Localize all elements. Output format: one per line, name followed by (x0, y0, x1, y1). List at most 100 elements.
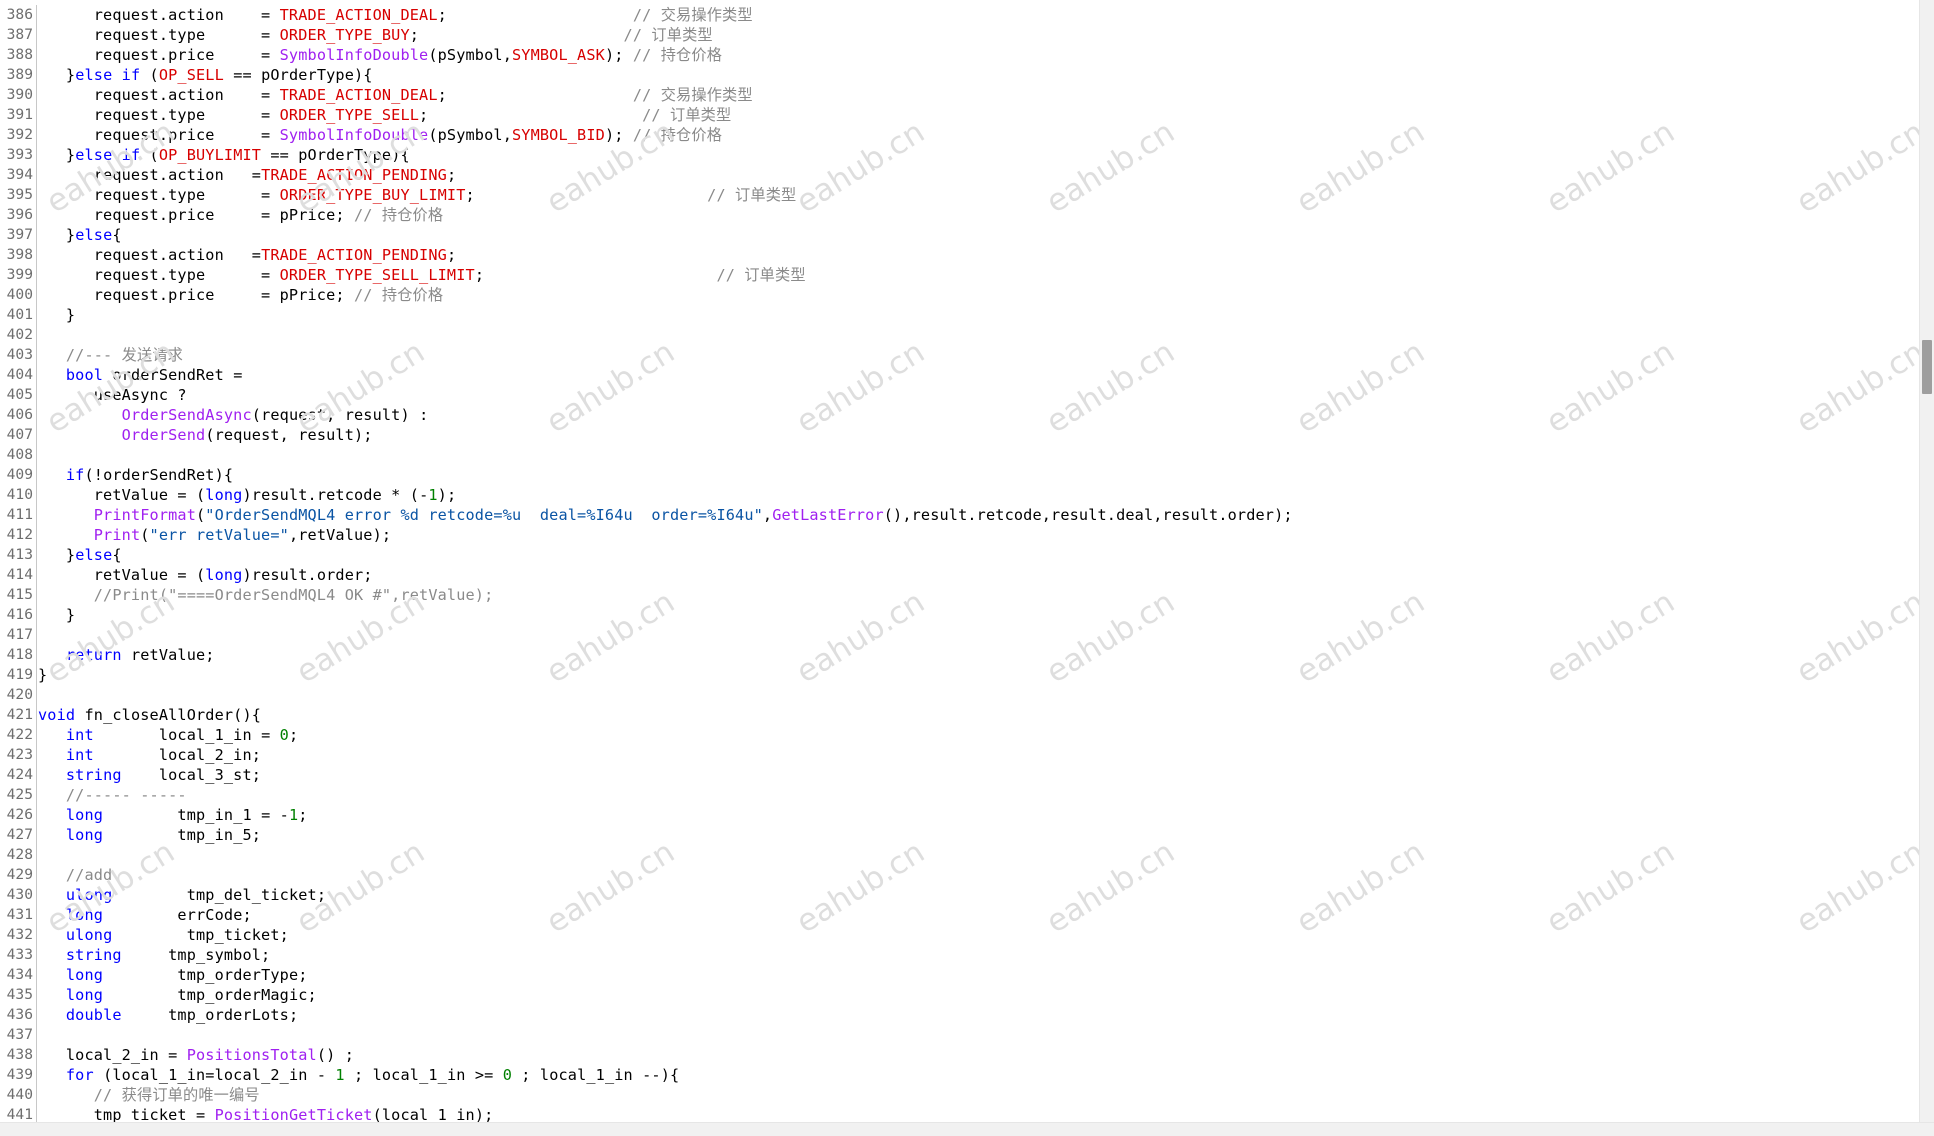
code-line[interactable]: 420 (0, 685, 1920, 705)
code-token: long (205, 486, 243, 504)
code-line[interactable]: 409 if(!orderSendRet){ (0, 465, 1920, 485)
code-line[interactable]: 439 for (local_1_in=local_2_in - 1 ; loc… (0, 1065, 1920, 1085)
code-line[interactable]: 426 long tmp_in_1 = -1; (0, 805, 1920, 825)
code-text: request.type = ORDER_TYPE_BUY; // 订单类型 (38, 25, 713, 45)
code-token: (pSymbol, (428, 126, 512, 144)
code-text: if(!orderSendRet){ (38, 465, 233, 485)
code-line[interactable]: 394 request.action =TRADE_ACTION_PENDING… (0, 165, 1920, 185)
code-line[interactable]: 410 retValue = (long)result.retcode * (-… (0, 485, 1920, 505)
code-line[interactable]: 421 void fn_closeAllOrder(){ (0, 705, 1920, 725)
code-line[interactable]: 418 return retValue; (0, 645, 1920, 665)
code-line[interactable]: 424 string local_3_st; (0, 765, 1920, 785)
code-line[interactable]: 389 }else if (OP_SELL == pOrderType){ (0, 65, 1920, 85)
code-line[interactable]: 423 int local_2_in; (0, 745, 1920, 765)
fold-guide (36, 1025, 41, 1045)
code-line[interactable]: 408 (0, 445, 1920, 465)
code-line[interactable]: 413 }else{ (0, 545, 1920, 565)
code-line[interactable]: 387 request.type = ORDER_TYPE_BUY; // 订单… (0, 25, 1920, 45)
code-line[interactable]: 430 ulong tmp_del_ticket; (0, 885, 1920, 905)
code-line[interactable]: 406 OrderSendAsync(request, result) : (0, 405, 1920, 425)
code-line[interactable]: 400 request.price = pPrice; // 持仓价格 (0, 285, 1920, 305)
code-line[interactable]: 393 }else if (OP_BUYLIMIT == pOrderType)… (0, 145, 1920, 165)
code-line[interactable]: 432 ulong tmp_ticket; (0, 925, 1920, 945)
code-line[interactable]: 399 request.type = ORDER_TYPE_SELL_LIMIT… (0, 265, 1920, 285)
line-number: 419 (6, 666, 33, 683)
code-line[interactable]: 397 }else{ (0, 225, 1920, 245)
code-text: }else if (OP_BUYLIMIT == pOrderType){ (38, 145, 410, 165)
code-line[interactable]: 438 local_2_in = PositionsTotal() ; (0, 1045, 1920, 1065)
code-token: TRADE_ACTION_DEAL (279, 6, 438, 24)
code-line[interactable]: 431 long errCode; (0, 905, 1920, 925)
code-token: { (112, 226, 122, 244)
code-line[interactable]: 427 long tmp_in_5; (0, 825, 1920, 845)
code-token: ( (140, 66, 159, 84)
code-token: 0 (502, 1066, 513, 1084)
code-line[interactable]: 390 request.action = TRADE_ACTION_DEAL; … (0, 85, 1920, 105)
code-line[interactable]: 391 request.type = ORDER_TYPE_SELL; // 订… (0, 105, 1920, 125)
code-line[interactable]: 396 request.price = pPrice; // 持仓价格 (0, 205, 1920, 225)
code-token: useAsync ? (38, 386, 187, 404)
code-token: ; (298, 806, 308, 824)
code-line[interactable]: 416 } (0, 605, 1920, 625)
code-token: ; (419, 106, 643, 124)
scrollbar-thumb[interactable] (1922, 340, 1932, 394)
code-text: request.type = ORDER_TYPE_BUY_LIMIT; // … (38, 185, 796, 205)
code-editor[interactable]: 386 request.action = TRADE_ACTION_DEAL; … (0, 0, 1920, 1123)
code-line[interactable]: 388 request.price = SymbolInfoDouble(pSy… (0, 45, 1920, 65)
line-number: 403 (6, 346, 33, 363)
code-line[interactable]: 404 bool orderSendRet = (0, 365, 1920, 385)
code-token: return (65, 646, 122, 664)
code-line[interactable]: 402 (0, 325, 1920, 345)
code-token: ; (474, 266, 717, 284)
code-line[interactable]: 398 request.action =TRADE_ACTION_PENDING… (0, 245, 1920, 265)
code-line[interactable]: 412 Print("err retValue=",retValue); (0, 525, 1920, 545)
code-line[interactable]: 395 request.type = ORDER_TYPE_BUY_LIMIT;… (0, 185, 1920, 205)
vertical-scrollbar[interactable] (1919, 0, 1934, 1123)
horizontal-scrollbar[interactable] (0, 1122, 1934, 1136)
code-line[interactable]: 440 // 获得订单的唯一编号 (0, 1085, 1920, 1105)
code-line[interactable]: 437 (0, 1025, 1920, 1045)
code-token: } (38, 146, 76, 164)
line-number: 437 (6, 1026, 33, 1043)
code-text: }else{ (38, 225, 122, 245)
code-line[interactable]: 411 PrintFormat("OrderSendMQL4 error %d … (0, 505, 1920, 525)
code-line[interactable]: 435 long tmp_orderMagic; (0, 985, 1920, 1005)
code-line[interactable]: 405 useAsync ? (0, 385, 1920, 405)
code-token: tmp_in_5; (103, 826, 262, 844)
fold-guide (36, 325, 41, 345)
code-line[interactable]: 419} (0, 665, 1920, 685)
code-token: "OrderSendMQL4 error %d retcode=%u deal=… (205, 506, 763, 524)
code-text: } (38, 665, 47, 685)
code-line[interactable]: 401 } (0, 305, 1920, 325)
code-line[interactable]: 422 int local_1_in = 0; (0, 725, 1920, 745)
code-line[interactable]: 425 //----- ----- (0, 785, 1920, 805)
code-token: errCode; (103, 906, 252, 924)
code-token: ); (437, 486, 457, 504)
code-line[interactable]: 434 long tmp_orderType; (0, 965, 1920, 985)
line-number: 412 (6, 526, 33, 543)
line-number: 393 (6, 146, 33, 163)
code-token: OP_BUYLIMIT (158, 146, 262, 164)
code-line[interactable]: 414 retValue = (long)result.order; (0, 565, 1920, 585)
code-line[interactable]: 428 (0, 845, 1920, 865)
code-line[interactable]: 429 //add (0, 865, 1920, 885)
code-token: tmp_orderType; (103, 966, 308, 984)
code-line[interactable]: 392 request.price = SymbolInfoDouble(pSy… (0, 125, 1920, 145)
code-line[interactable]: 433 string tmp_symbol; (0, 945, 1920, 965)
code-line[interactable]: 415 //Print("====OrderSendMQL4 OK #",ret… (0, 585, 1920, 605)
code-line[interactable]: 441 tmp_ticket = PositionGetTicket(local… (0, 1105, 1920, 1123)
code-token: ; (446, 166, 457, 184)
code-token: Print (93, 526, 141, 544)
code-token: )result.order; (242, 566, 373, 584)
code-line[interactable]: 386 request.action = TRADE_ACTION_DEAL; … (0, 5, 1920, 25)
code-line[interactable]: 436 double tmp_orderLots; (0, 1005, 1920, 1025)
code-line[interactable]: 403 //--- 发送请求 (0, 345, 1920, 365)
code-token: // 持仓价格 (353, 206, 444, 224)
code-token: long (65, 986, 104, 1004)
code-line[interactable]: 417 (0, 625, 1920, 645)
code-line[interactable]: 407 OrderSend(request, result); (0, 425, 1920, 445)
